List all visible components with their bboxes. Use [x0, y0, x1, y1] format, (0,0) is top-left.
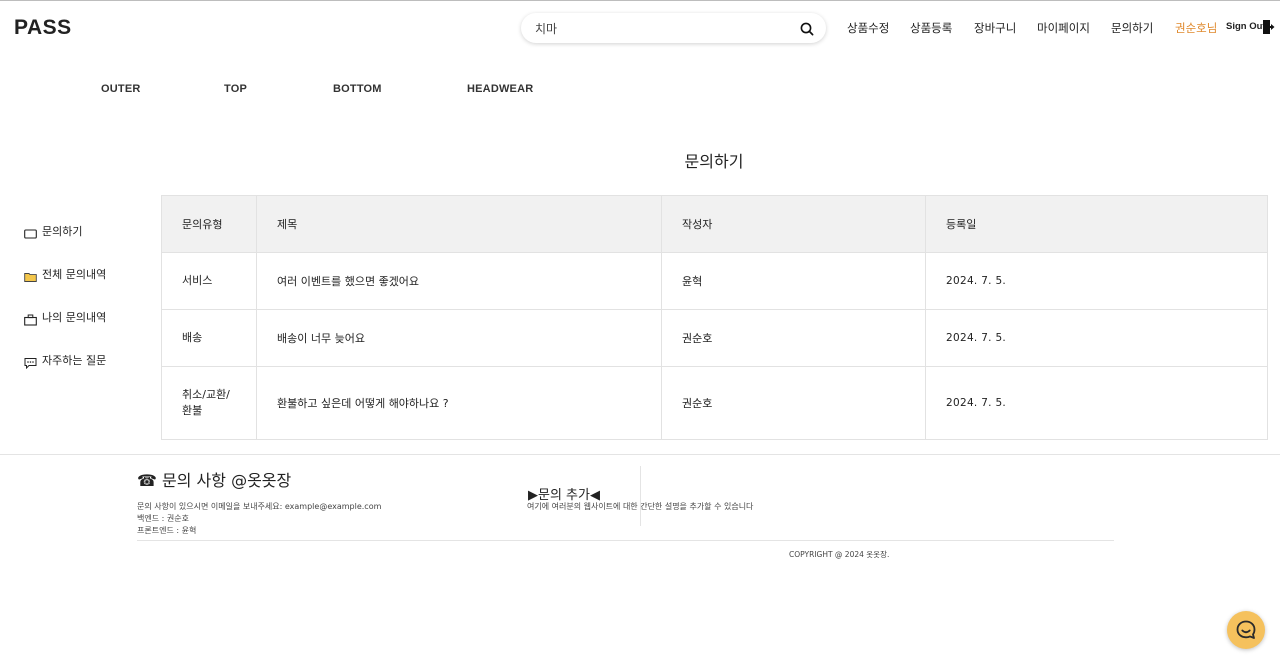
cell-title[interactable]: 여러 이벤트를 했으면 좋겠어요 — [256, 252, 662, 310]
table-header-row: 문의유형 제목 작성자 등록일 — [161, 195, 1268, 253]
footer-vertical-divider — [640, 466, 641, 526]
cell-title[interactable]: 환불하고 싶은데 어떻게 해야하나요 ? — [256, 366, 662, 440]
user-name-link[interactable]: 권순호님 — [1175, 20, 1217, 36]
column-header-type: 문의유형 — [161, 195, 257, 253]
cell-date: 2024. 7. 5. — [925, 366, 1268, 440]
cell-date: 2024. 7. 5. — [925, 252, 1268, 310]
site-logo[interactable]: PASS — [14, 16, 72, 40]
column-header-author: 작성자 — [661, 195, 926, 253]
footer-frontend-credit: 프론트엔드 : 윤혁 — [137, 526, 197, 535]
category-outer[interactable]: OUTER — [101, 83, 141, 95]
cell-title[interactable]: 배송이 너무 늦어요 — [256, 309, 662, 367]
cell-author: 권순호 — [661, 309, 926, 367]
page-title: 문의하기 — [684, 152, 744, 171]
category-bottom[interactable]: BOTTOM — [333, 83, 382, 95]
nav-inquiry[interactable]: 문의하기 — [1111, 20, 1153, 36]
folder-icon — [24, 268, 37, 282]
cell-author: 윤혁 — [661, 252, 926, 310]
table-row[interactable]: 취소/교환/ 환불 환불하고 싶은데 어떻게 해야하나요 ? 권순호 2024.… — [161, 366, 1268, 440]
footer-horizontal-divider — [137, 540, 1114, 541]
footer-backend-credit: 백엔드 : 권순호 — [137, 514, 189, 523]
footer-divider — [0, 454, 1280, 455]
sidebar-item-label: 전체 문의내역 — [42, 268, 107, 281]
category-top[interactable]: TOP — [224, 83, 247, 95]
top-border — [0, 0, 1280, 1]
footer-contact-email: 문의 사항이 있으시면 이메일을 보내주세요: example@example.… — [137, 502, 382, 511]
search-input[interactable] — [535, 18, 785, 38]
nav-edit-product[interactable]: 상품수정 — [847, 20, 889, 36]
sign-out-icon[interactable] — [1262, 19, 1276, 35]
chat-smile-icon — [1236, 620, 1256, 639]
footer-contact-title: ☎ 문의 사항 @옷옷장 — [137, 471, 292, 490]
table-row[interactable]: 서비스 여러 이벤트를 했으면 좋겠어요 윤혁 2024. 7. 5. — [161, 252, 1268, 310]
cell-type: 배송 — [161, 309, 257, 367]
search-box — [521, 13, 826, 43]
sidebar-item-my-inquiries[interactable]: 나의 문의내역 — [24, 309, 107, 326]
nav-cart[interactable]: 장바구니 — [974, 20, 1016, 36]
cell-type: 서비스 — [161, 252, 257, 310]
sidebar-item-inquiry[interactable]: 문의하기 — [24, 223, 82, 239]
cell-type-line: 취소/교환/ — [182, 388, 230, 401]
sidebar-item-label: 나의 문의내역 — [42, 311, 107, 324]
cell-date: 2024. 7. 5. — [925, 309, 1268, 367]
nav-mypage[interactable]: 마이페이지 — [1037, 20, 1090, 36]
table-row[interactable]: 배송 배송이 너무 늦어요 권순호 2024. 7. 5. — [161, 309, 1268, 367]
column-header-date: 등록일 — [925, 195, 1268, 253]
sidebar-item-label: 문의하기 — [42, 225, 83, 238]
column-header-title: 제목 — [256, 195, 662, 253]
category-headwear[interactable]: HEADWEAR — [467, 83, 533, 95]
copyright-text: COPYRIGHT @ 2024 옷옷장. — [789, 550, 890, 559]
sidebar-item-faq[interactable]: 자주하는 질문 — [24, 352, 107, 370]
chat-button[interactable] — [1227, 611, 1265, 649]
sidebar-item-label: 자주하는 질문 — [42, 354, 107, 367]
cell-author: 권순호 — [661, 366, 926, 440]
sign-out-button[interactable]: Sign Out — [1226, 21, 1266, 32]
cell-type: 취소/교환/ 환불 — [161, 366, 257, 440]
briefcase-icon — [24, 311, 37, 326]
mail-icon — [24, 225, 37, 239]
search-icon[interactable] — [799, 21, 815, 37]
cell-type-line: 환불 — [182, 404, 203, 417]
sidebar-item-all-inquiries[interactable]: 전체 문의내역 — [24, 266, 106, 282]
chat-bubble-icon — [24, 354, 37, 370]
inquiry-table: 문의유형 제목 작성자 등록일 서비스 여러 이벤트를 했으면 좋겠어요 윤혁 … — [161, 195, 1268, 440]
nav-add-product[interactable]: 상품등록 — [910, 20, 952, 36]
